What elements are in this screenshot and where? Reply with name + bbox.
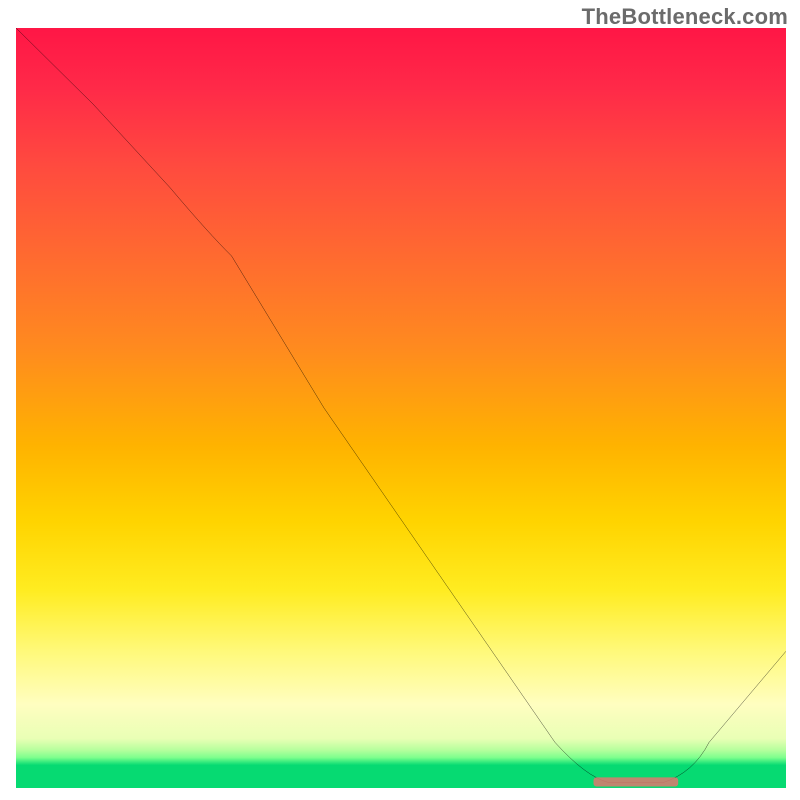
watermark-text: TheBottleneck.com: [582, 4, 788, 30]
gradient-plot-area: [16, 28, 786, 788]
chart-stage: TheBottleneck.com: [0, 0, 800, 800]
